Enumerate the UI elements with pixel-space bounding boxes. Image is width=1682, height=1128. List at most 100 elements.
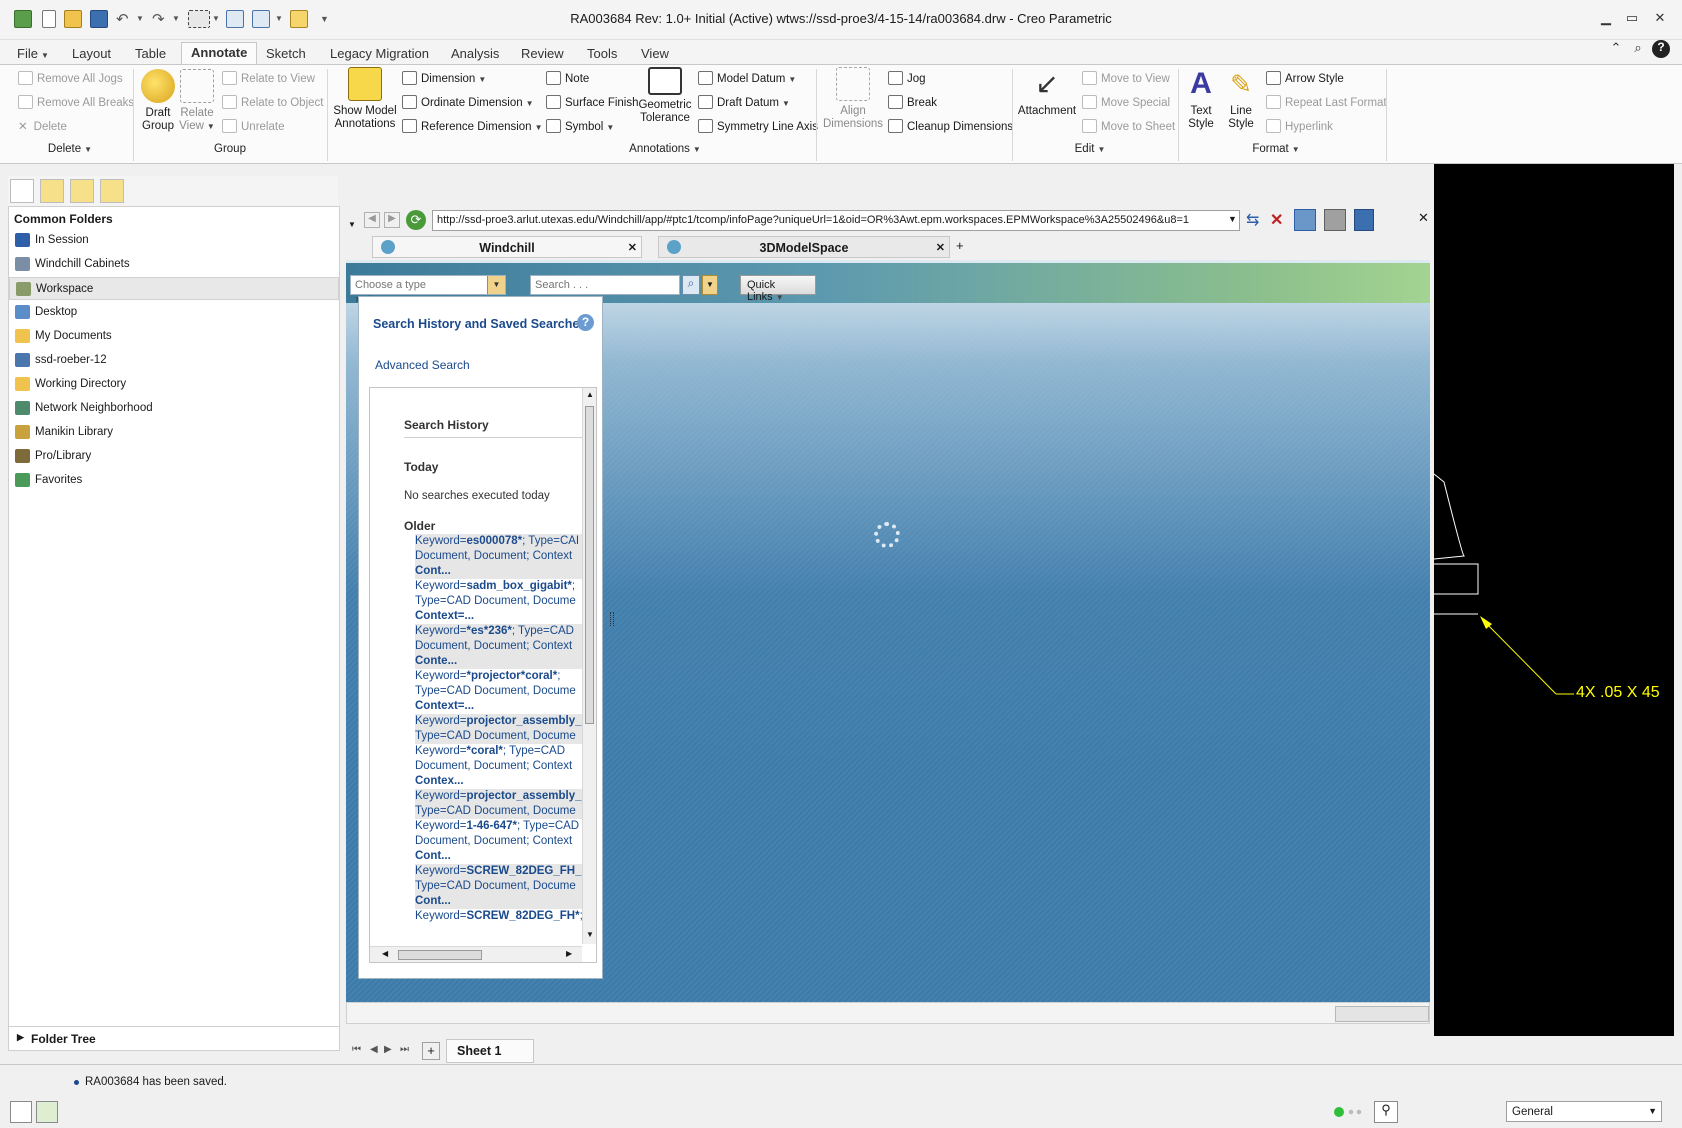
tab-layout[interactable]: Layout [63,44,120,64]
attachment-button[interactable]: ↙ Attachment [1016,67,1078,118]
show-model-annotations-button[interactable]: Show Model Annotations [332,67,398,131]
tab-tools[interactable]: Tools [578,44,626,64]
geometric-tolerance-button[interactable]: Geometric Tolerance [636,67,694,125]
arrow-style-button[interactable]: Arrow Style [1266,71,1344,85]
first-sheet-icon[interactable]: ⏮ [352,1044,361,1055]
search-options-icon[interactable]: ▼ [702,275,718,295]
filter-dropdown-icon[interactable]: ▼ [1648,1106,1657,1116]
new-tab-icon[interactable]: + [956,238,964,253]
search-history-entry[interactable]: Keyword=sadm_box_gigabit*; Type=CAD Docum… [415,579,590,624]
tab-sketch[interactable]: Sketch [257,44,315,64]
tab-review[interactable]: Review [512,44,573,64]
go-icon[interactable]: ⇆ [1246,210,1266,230]
dimension-annotation[interactable]: 4X .05 X 45 [1576,684,1660,702]
cleanup-dimensions-button[interactable]: Cleanup Dimensions [888,119,1013,133]
search-go-icon[interactable]: ⌕ [682,275,700,295]
scroll-up-arrow-icon[interactable]: ▲ [586,390,594,399]
nav-item-windchill-cabinets[interactable]: Windchill Cabinets [9,253,339,276]
nav-item-in-session[interactable]: In Session [9,229,339,252]
align-dimensions-button[interactable]: Align Dimensions [822,67,884,131]
browser-toggle-icon[interactable] [36,1101,58,1123]
tab-table[interactable]: Table [126,44,175,64]
symmetry-line-axis-button[interactable]: Symmetry Line Axis [698,119,818,133]
search-history-entry[interactable]: Keyword=projector_assembly_c Type=CAD Doc… [415,714,590,744]
close-button[interactable]: ✕ [1650,10,1670,28]
search-history-entry[interactable]: Keyword=SCREW_82DEG_FH*; [415,909,590,924]
draft-group-button[interactable]: Draft Group [140,69,176,133]
sheet-tab[interactable]: Sheet 1 [446,1039,534,1063]
save-page-icon[interactable] [1354,209,1374,231]
tab-analysis[interactable]: Analysis [442,44,508,64]
model-tree-tab-icon[interactable] [10,179,34,203]
nav-item-workspace[interactable]: Workspace [9,277,339,300]
format-group-label[interactable]: Format ▼ [1246,143,1306,155]
help-icon[interactable]: ? [1652,40,1670,58]
dimension-button[interactable]: Dimension ▼ [402,71,486,85]
search-icon[interactable]: ⌕ [1628,40,1648,58]
nav-item-network-neighborhood[interactable]: Network Neighborhood [9,397,339,420]
home-icon[interactable] [1294,209,1316,231]
ordinate-dimension-button[interactable]: Ordinate Dimension ▼ [402,95,534,109]
next-sheet-icon[interactable]: ▶ [384,1044,392,1055]
advanced-search-link[interactable]: Advanced Search [375,358,470,372]
add-sheet-icon[interactable]: + [422,1042,440,1060]
refresh-icon[interactable]: ⟳ [406,210,426,230]
line-style-button[interactable]: ✎ Line Style [1224,67,1258,131]
stop-icon[interactable]: ✕ [1270,210,1288,230]
last-sheet-icon[interactable]: ⏭ [400,1044,409,1055]
annotations-group-label[interactable]: Annotations ▼ [620,143,710,155]
horizontal-scroll-thumb[interactable] [398,950,482,960]
tab-3dmodelspace[interactable]: 3DModelSpace ✕ [658,236,950,258]
relate-view-button[interactable]: Relate View ▼ [178,69,216,133]
nav-item-computer[interactable]: ssd-roeber-12 [9,349,339,372]
browser-menu-icon[interactable]: ▼ [348,220,356,229]
jog-button[interactable]: Jog [888,71,926,85]
help-circle-icon[interactable]: ? [577,314,594,331]
move-to-sheet-button[interactable]: Move to Sheet [1082,119,1175,133]
scroll-left-arrow-icon[interactable]: ◀ [382,949,388,958]
nav-item-desktop[interactable]: Desktop [9,301,339,324]
maximize-button[interactable]: ▭ [1622,10,1642,28]
edit-group-label[interactable]: Edit ▼ [1060,143,1120,155]
folder-tree-toggle[interactable]: ▶ Folder Tree [8,1026,340,1051]
hyperlink-button[interactable]: Hyperlink [1266,119,1333,133]
symbol-button[interactable]: Symbol ▼ [546,119,614,133]
page-scroll-thumb[interactable] [1335,1006,1429,1022]
delete-group-label[interactable]: Delete ▼ [40,143,100,155]
search-history-entry[interactable]: Keyword=es000078*; Type=CAI Document, Doc… [415,534,590,579]
break-button[interactable]: Break [888,95,937,109]
close-tab-icon[interactable]: ✕ [936,241,945,254]
close-tab-icon[interactable]: ✕ [628,241,637,254]
search-history-entry[interactable]: Keyword=projector_assembly_c Type=CAD Doc… [415,789,590,819]
draft-datum-button[interactable]: Draft Datum ▼ [698,95,790,109]
prev-sheet-icon[interactable]: ◀ [370,1044,378,1055]
tab-legacy-migration[interactable]: Legacy Migration [321,44,438,64]
remove-all-breaks-button[interactable]: Remove All Breaks [18,95,134,109]
url-field[interactable]: http://ssd-proe3.arlut.utexas.edu/Windch… [432,210,1240,231]
reference-dimension-button[interactable]: Reference Dimension ▼ [402,119,543,133]
model-datum-button[interactable]: Model Datum ▼ [698,71,796,85]
search-history-entry[interactable]: Keyword=SCREW_82DEG_FH_Cl Type=CAD Docume… [415,864,590,909]
type-dropdown-icon[interactable]: ▼ [487,276,505,294]
scroll-down-arrow-icon[interactable]: ▼ [586,930,594,939]
nav-item-pro-library[interactable]: Pro/Library [9,445,339,468]
nav-item-my-documents[interactable]: My Documents [9,325,339,348]
quick-links-button[interactable]: Quick Links ▼ [740,275,816,303]
nav-item-working-directory[interactable]: Working Directory [9,373,339,396]
favorites-tab-icon[interactable] [70,179,94,203]
drawing-canvas[interactable]: 4X .05 X 45 [1434,164,1674,1036]
relate-to-view-button[interactable]: Relate to View [222,71,315,85]
surface-finish-button[interactable]: Surface Finish [546,95,639,109]
filter-select[interactable]: General ▼ [1506,1101,1662,1122]
move-special-button[interactable]: Move Special [1082,95,1170,109]
text-style-button[interactable]: A Text Style [1184,67,1218,131]
forward-icon[interactable]: ▶ [384,212,400,228]
url-dropdown-icon[interactable]: ▼ [1228,214,1237,224]
scroll-thumb[interactable] [585,406,594,724]
nav-item-manikin-library[interactable]: Manikin Library [9,421,339,444]
search-history-entry[interactable]: Keyword=*projector*coral*; Type=CAD Docum… [415,669,590,714]
type-select[interactable]: Choose a type ▼ [350,275,506,295]
vertical-scrollbar[interactable]: ▲ ▼ [582,388,596,944]
minimize-ribbon-icon[interactable]: ⌃ [1606,40,1626,58]
search-history-entry[interactable]: Keyword=1-46-647*; Type=CAD Document, Doc… [415,819,590,864]
